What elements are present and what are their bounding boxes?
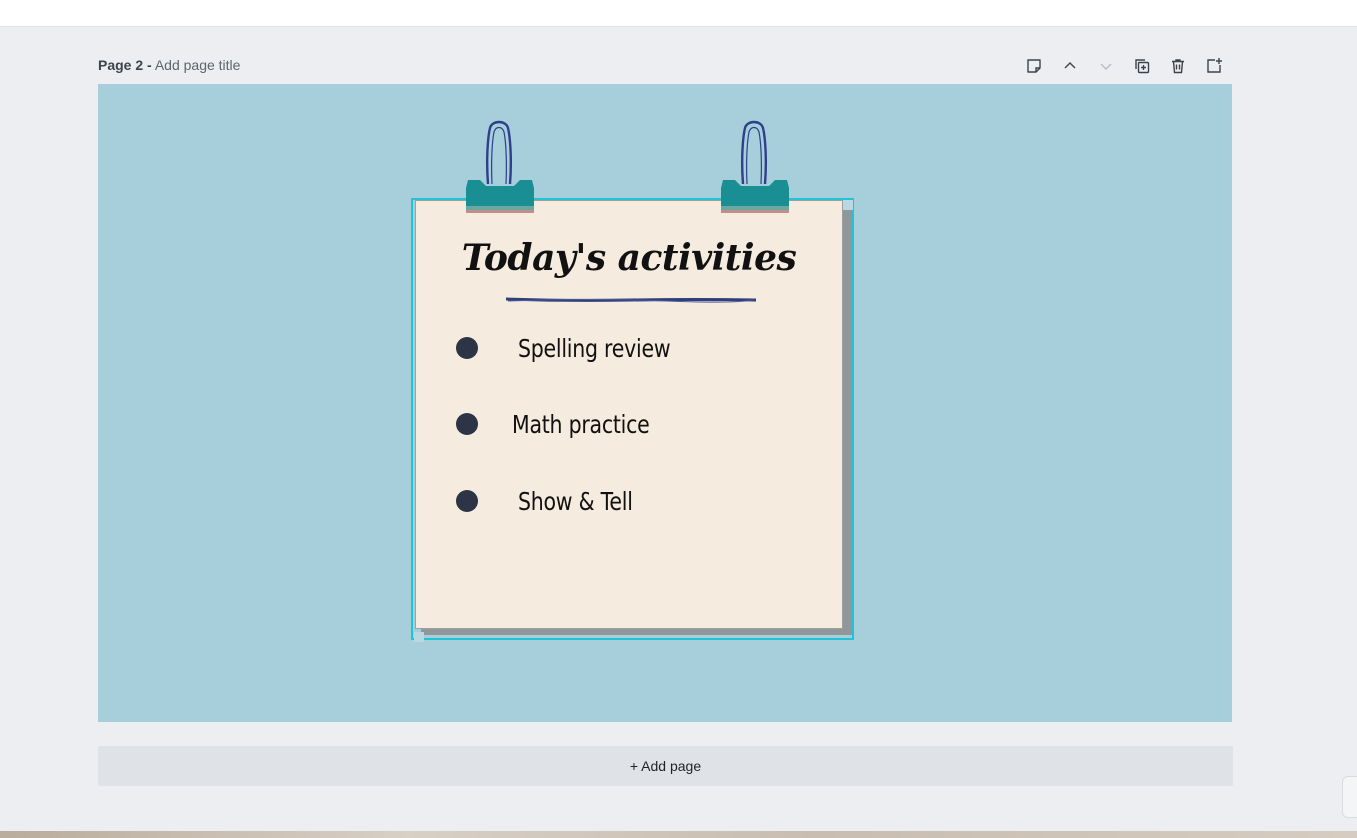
- selection-frame[interactable]: [411, 198, 854, 640]
- delete-page-button[interactable]: [1160, 56, 1196, 76]
- page-number: Page 2 -: [98, 57, 152, 73]
- binder-clip-icon: [721, 120, 789, 213]
- add-page-button[interactable]: + Add page: [98, 746, 1233, 786]
- page-header: Page 2 - Add page title: [98, 56, 1232, 76]
- page-title-input[interactable]: Add page title: [155, 57, 241, 73]
- side-panel-tab[interactable]: [1342, 776, 1357, 818]
- move-up-button[interactable]: [1052, 56, 1088, 76]
- page-toolbar: [1016, 56, 1232, 76]
- move-down-button[interactable]: [1088, 56, 1124, 76]
- trash-icon: [1172, 59, 1184, 74]
- chevron-down-icon: [1100, 63, 1112, 70]
- add-page-after-button[interactable]: [1196, 56, 1232, 76]
- add-page-icon: [1207, 58, 1222, 73]
- binder-clip-icon: [466, 120, 534, 213]
- duplicate-page-button[interactable]: [1124, 56, 1160, 76]
- page-title[interactable]: Page 2 - Add page title: [98, 57, 240, 73]
- notes-icon: [1027, 59, 1041, 73]
- design-canvas[interactable]: Today's activities Spelling review Math …: [98, 84, 1232, 722]
- duplicate-icon: [1135, 59, 1150, 74]
- resize-handle[interactable]: [843, 200, 853, 210]
- chevron-up-icon: [1064, 62, 1076, 69]
- bottom-edge: [0, 831, 1357, 838]
- notes-button[interactable]: [1016, 56, 1052, 76]
- top-bar: [0, 0, 1357, 27]
- resize-handle[interactable]: [414, 632, 424, 642]
